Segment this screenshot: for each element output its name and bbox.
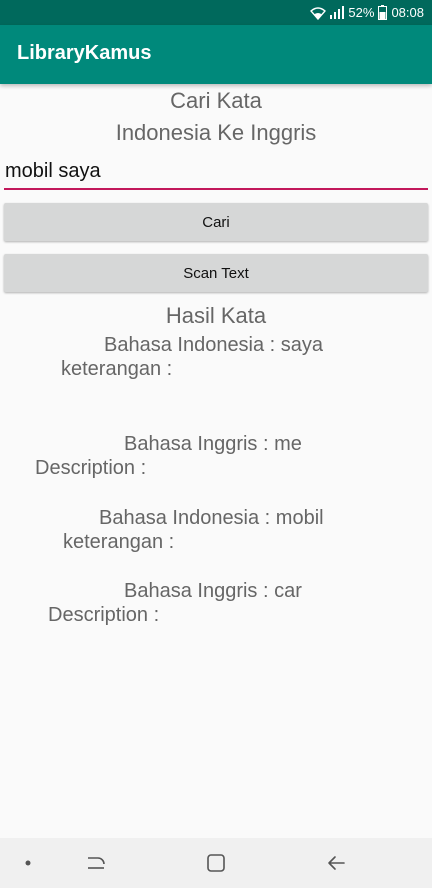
status-bar: 52% 08:08 bbox=[0, 0, 432, 25]
app-bar: LibraryKamus bbox=[0, 25, 432, 84]
signal-icon bbox=[330, 6, 345, 19]
scan-text-button[interactable]: Scan Text bbox=[4, 254, 428, 292]
input-underline bbox=[4, 188, 428, 190]
battery-icon bbox=[378, 5, 388, 20]
app-title: LibraryKamus bbox=[17, 42, 152, 64]
home-icon[interactable] bbox=[200, 838, 232, 888]
result-note: Description : bbox=[48, 604, 160, 626]
result-word: Bahasa Inggris : car bbox=[124, 580, 302, 602]
result-note: keterangan : bbox=[63, 531, 175, 553]
battery-percent: 52% bbox=[348, 5, 375, 20]
result-note: keterangan : bbox=[61, 358, 173, 380]
back-icon[interactable] bbox=[320, 838, 352, 888]
search-button[interactable]: Cari bbox=[4, 203, 428, 241]
dot-icon bbox=[16, 838, 40, 888]
status-icons: 52% 08:08 bbox=[310, 0, 424, 25]
search-input[interactable] bbox=[4, 156, 428, 186]
page-heading: Cari Kata bbox=[170, 88, 262, 113]
results-heading: Hasil Kata bbox=[165, 303, 267, 328]
page-subheading: Indonesia Ke Inggris bbox=[115, 120, 317, 145]
result-word: Bahasa Inggris : me bbox=[124, 433, 302, 455]
recent-apps-icon[interactable] bbox=[80, 838, 112, 888]
wifi-icon bbox=[310, 6, 327, 20]
result-note: Description : bbox=[35, 457, 147, 479]
result-word: Bahasa Indonesia : saya bbox=[104, 334, 324, 356]
search-field[interactable] bbox=[4, 156, 428, 190]
status-time: 08:08 bbox=[391, 5, 424, 20]
result-word: Bahasa Indonesia : mobil bbox=[99, 507, 324, 529]
navigation-bar bbox=[0, 838, 432, 888]
